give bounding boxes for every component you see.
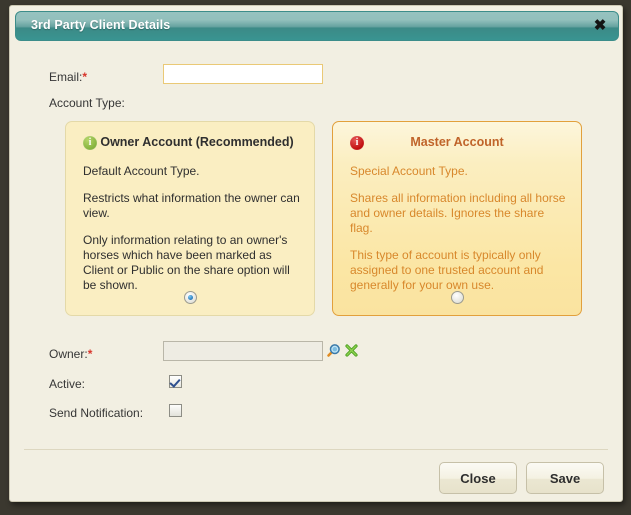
- master-panel-header: i Master Account: [333, 134, 581, 154]
- account-option-owner[interactable]: i Owner Account (Recommended) Default Ac…: [65, 121, 315, 316]
- owner-panel-body: Default Account Type. Restricts what inf…: [83, 164, 300, 293]
- green-x-icon[interactable]: [344, 343, 359, 358]
- master-panel-paragraph: Shares all information including all hor…: [350, 191, 566, 235]
- owner-input[interactable]: [163, 341, 323, 361]
- email-input[interactable]: [163, 64, 323, 84]
- account-type-label: Account Type:: [49, 96, 125, 110]
- master-panel-paragraph: Special Account Type.: [350, 164, 468, 178]
- dialog-window: 3rd Party Client Details ✖ Email:* Accou…: [9, 5, 623, 502]
- owner-label-text: Owner:: [49, 347, 88, 361]
- owner-panel-paragraph: Restricts what information the owner can…: [83, 191, 300, 220]
- email-label: Email:*: [49, 70, 87, 84]
- radio-owner-account[interactable]: [184, 291, 197, 304]
- magnifier-icon[interactable]: [326, 343, 341, 358]
- send-notification-checkbox[interactable]: [169, 404, 182, 417]
- owner-panel-title: Owner Account (Recommended): [100, 135, 294, 149]
- owner-required-marker: *: [87, 347, 93, 361]
- radio-master-account[interactable]: [451, 291, 464, 304]
- active-label: Active:: [49, 377, 86, 391]
- dialog-titlebar: 3rd Party Client Details ✖: [15, 11, 619, 41]
- send-notification-label: Send Notification:: [49, 406, 144, 420]
- owner-panel-paragraph: Only information relating to an owner's …: [83, 233, 290, 292]
- owner-panel-header: i Owner Account (Recommended): [66, 134, 314, 154]
- footer-divider: [24, 449, 608, 450]
- account-option-master[interactable]: i Master Account Special Account Type. S…: [332, 121, 582, 316]
- dialog-title: 3rd Party Client Details: [31, 18, 171, 32]
- owner-label: Owner:*: [49, 347, 92, 361]
- master-panel-title: Master Account: [410, 135, 504, 149]
- save-button[interactable]: Save: [526, 462, 604, 494]
- email-label-text: Email:: [49, 70, 83, 84]
- owner-panel-paragraph: Default Account Type.: [83, 164, 200, 178]
- dialog-content: Email:* Account Type: i Owner Account (R…: [10, 46, 622, 501]
- email-required-marker: *: [82, 70, 88, 84]
- master-panel-body: Special Account Type. Shares all informa…: [350, 164, 567, 293]
- master-panel-paragraph: This type of account is typically only a…: [350, 248, 544, 292]
- close-x-icon[interactable]: ✖: [591, 17, 609, 35]
- active-checkbox[interactable]: [169, 375, 182, 388]
- close-button[interactable]: Close: [439, 462, 517, 494]
